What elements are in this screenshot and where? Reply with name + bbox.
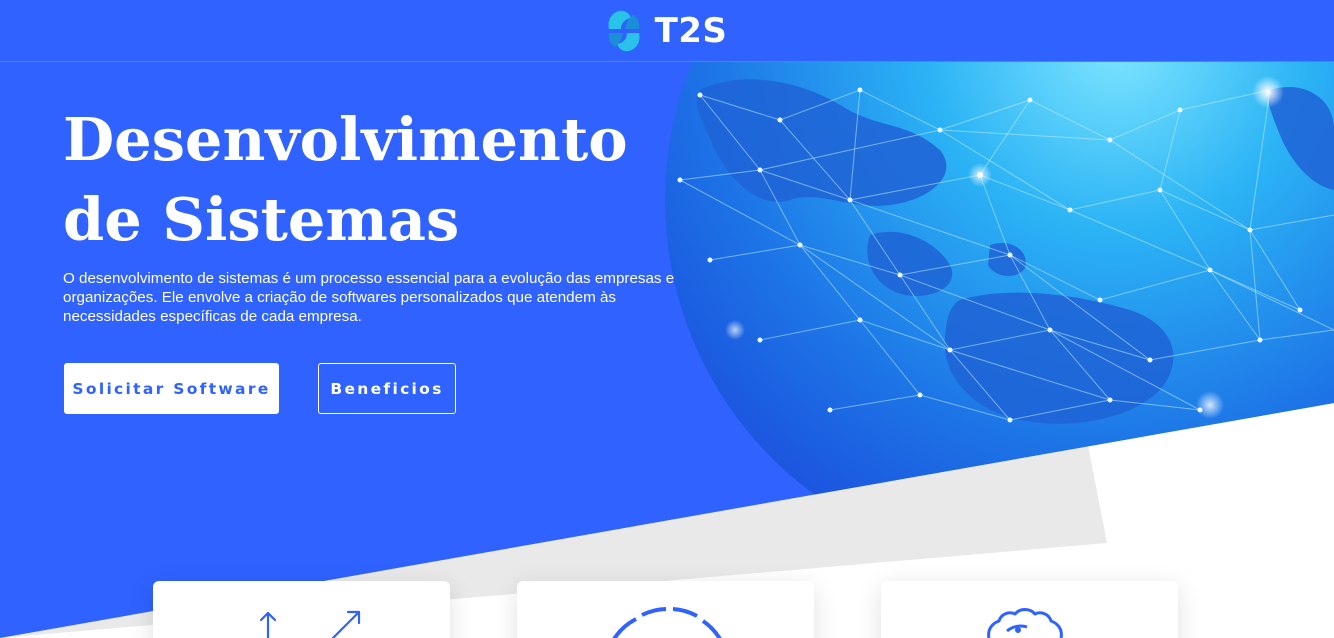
gear-badge-icon (987, 608, 1063, 638)
feature-card-3 (881, 581, 1178, 638)
site-header: T2S (0, 0, 1334, 62)
circular-segments-icon (612, 607, 722, 638)
brand-name: T2S (654, 10, 728, 51)
t2s-logo-icon (608, 10, 640, 51)
hero-title: Desenvolvimento de Sistemas (63, 100, 628, 260)
hero-description: O desenvolvimento de sistemas é um proce… (63, 270, 675, 325)
landing-page: T2S Desenvolvimento de Sistemas O desenv… (0, 0, 1334, 638)
growth-arrows-icon (259, 610, 361, 638)
request-software-button[interactable]: Solicitar Software (64, 363, 279, 414)
hero-title-line-1: Desenvolvimento (63, 105, 628, 174)
hero-title-line-2: de Sistemas (63, 185, 460, 254)
feature-card-1 (153, 581, 450, 638)
benefits-button[interactable]: Beneficios (318, 363, 456, 414)
brand-logo[interactable]: T2S (607, 9, 728, 53)
feature-card-2 (517, 581, 814, 638)
